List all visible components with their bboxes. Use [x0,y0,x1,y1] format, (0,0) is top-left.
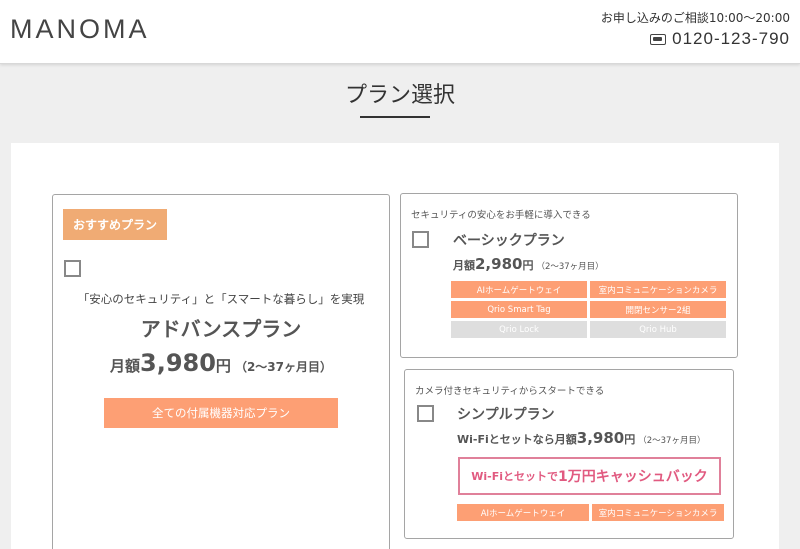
plan-card-simple[interactable]: カメラ付きセキュリティからスタートできる シンプルプラン Wi-Fiとセットなら… [404,369,734,539]
device-tag-disabled: Qrio Hub [590,321,726,338]
simple-plan-checkbox[interactable] [417,405,434,422]
all-devices-plan-button[interactable]: 全ての付属機器対応プラン [104,398,338,428]
basic-plan-checkbox[interactable] [412,231,429,248]
advanced-plan-price: 月額3,980円 （2〜37ヶ月目） [53,349,389,377]
price-value: 3,980 [576,429,625,447]
simple-plan-subtitle: カメラ付きセキュリティからスタートできる [415,386,605,397]
advanced-plan-name: アドバンスプラン [140,317,302,341]
price-label: 月額 [453,259,475,272]
simple-plan-name: シンプルプラン [457,407,555,423]
device-tag: 室内コミュニケーションカメラ [590,281,726,298]
price-label: Wi-Fiとセットなら月額 [457,433,577,446]
plan-card-advanced[interactable]: おすすめプラン 「安心のセキュリティ」と「スマートな暮らし」を実現 アドバンスプ… [52,194,390,549]
price-value: 3,980 [140,349,216,377]
price-unit: 円 [522,259,534,272]
site-header: MANOMA お申し込みのご相談10:00〜20:00 0120-123-790 [0,0,800,64]
recommended-badge: おすすめプラン [63,209,167,240]
title-underline [360,116,430,118]
contact-hours: お申し込みのご相談10:00〜20:00 [600,11,790,25]
price-value: 2,980 [475,255,523,273]
price-label: 月額 [109,357,140,375]
price-period: （2〜37ヶ月目） [234,360,332,374]
basic-plan-price: 月額2,980円 （2〜37ヶ月目） [453,254,604,273]
phone-number[interactable]: 0120-123-790 [672,29,790,49]
simple-plan-price: Wi-Fiとセットなら月額3,980円 （2〜37ヶ月目） [457,428,705,447]
price-unit: 円 [215,357,231,375]
simple-device-tags: AIホームゲートウェイ 室内コミュニケーションカメラ [457,504,724,521]
advanced-plan-checkbox[interactable] [64,260,81,277]
device-tag: AIホームゲートウェイ [451,281,587,298]
cashback-banner[interactable]: Wi-Fiとセットで 1万円キャッシュバック [458,457,721,495]
price-unit: 円 [624,433,636,446]
basic-device-tags: AIホームゲートウェイ 室内コミュニケーションカメラ Qrio Smart Ta… [451,281,726,338]
device-tag: Qrio Smart Tag [451,301,587,318]
phone-contact[interactable]: 0120-123-790 [650,29,790,49]
plan-card-basic[interactable]: セキュリティの安心をお手軽に導入できる ベーシックプラン 月額2,980円 （2〜… [400,193,738,358]
page-title: プラン選択 [344,83,455,108]
cashback-prefix: Wi-Fiとセットで [471,470,558,483]
device-tag: AIホームゲートウェイ [457,504,589,521]
cashback-amount: 1万円キャッシュバック [558,469,708,485]
advanced-tagline: 「安心のセキュリティ」と「スマートな暮らし」を実現 [77,292,365,306]
device-tag: 室内コミュニケーションカメラ [592,504,724,521]
basic-plan-subtitle: セキュリティの安心をお手軽に導入できる [411,210,591,221]
phone-icon [650,33,667,45]
device-tag: 開閉センサー2組 [590,301,726,318]
device-tag-disabled: Qrio Lock [451,321,587,338]
price-period: （2〜37ヶ月目） [536,262,604,272]
logo[interactable]: MANOMA [10,14,150,45]
basic-plan-name: ベーシックプラン [453,233,565,249]
price-period: （2〜37ヶ月目） [638,436,706,446]
